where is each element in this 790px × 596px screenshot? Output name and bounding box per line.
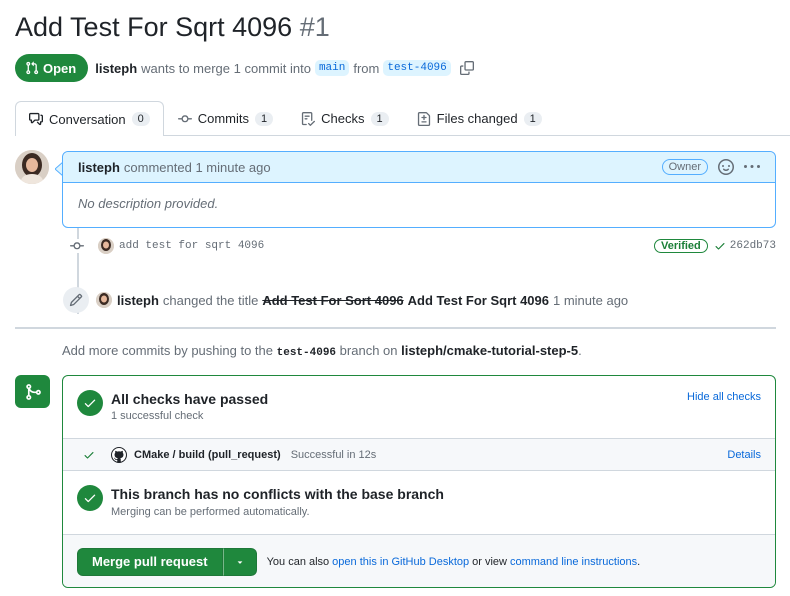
checks-subtitle: 1 successful check [111, 410, 204, 422]
state-label: Open [43, 60, 77, 76]
event-author[interactable]: listeph [117, 293, 159, 308]
comment-author[interactable]: listeph [78, 160, 120, 175]
merge-hint-3: . [637, 555, 641, 568]
event-author-avatar[interactable] [96, 292, 112, 308]
check-icon [714, 240, 726, 252]
tab-conversation[interactable]: Conversation 0 [15, 101, 164, 136]
git-commit-icon [177, 114, 192, 122]
pr-meta: Open listeph wants to merge 1 commit int… [15, 54, 474, 82]
comment-box: listeph commented 1 minute ago Owner No … [62, 151, 776, 228]
head-branch[interactable]: test-4096 [383, 60, 451, 76]
event-time[interactable]: 1 minute ago [553, 293, 628, 308]
verified-badge[interactable]: Verified [654, 239, 708, 253]
rename-event: listeph changed the title Add Test For S… [63, 287, 628, 313]
merge-text: wants to merge 1 commit into [141, 60, 311, 76]
tab-counter: 1 [255, 111, 274, 126]
git-merge-icon [15, 375, 50, 408]
file-diff-icon [417, 111, 430, 126]
tab-checks[interactable]: Checks 1 [287, 101, 402, 135]
github-desktop-link[interactable]: open this in GitHub Desktop [332, 556, 469, 568]
kebab-horizontal-icon[interactable] [744, 159, 760, 175]
comment-header: listeph commented 1 minute ago Owner [63, 152, 775, 183]
command-line-link[interactable]: command line instructions [510, 556, 637, 568]
check-status: Successful in 12s [290, 448, 377, 461]
new-title: Add Test For Sqrt 4096 [407, 292, 549, 308]
check-row: CMake / build (pull_request) Successful … [63, 438, 775, 471]
tab-commits[interactable]: Commits 1 [164, 101, 287, 135]
pr-tabs: Conversation 0 Commits 1 Checks 1 Files … [15, 101, 790, 136]
tab-counter: 1 [370, 111, 389, 126]
comment-body: No description provided. [78, 196, 219, 211]
avatar[interactable] [15, 150, 49, 184]
old-title: Add Test For Sort 4096 [262, 292, 404, 308]
merge-button-group: Merge pull request [77, 547, 257, 576]
push-hint-suffix: . [578, 343, 582, 358]
checklist-icon [302, 111, 316, 126]
comment-action: commented 1 minute ago [123, 159, 271, 175]
commit-author-avatar[interactable] [98, 238, 114, 254]
check-circle-icon [77, 485, 103, 511]
push-hint-middle: branch on [339, 343, 398, 358]
push-hint-repo[interactable]: listeph/cmake-tutorial-step-5 [401, 343, 578, 358]
from-text: from [353, 60, 380, 76]
state-badge: Open [15, 54, 89, 82]
git-pull-request-icon [26, 61, 39, 75]
pr-title: Add Test For Sqrt 4096 #1 [15, 12, 330, 43]
details-link[interactable]: Details [727, 449, 761, 461]
merge-hint-2: or view [472, 555, 507, 568]
tab-label: Conversation [49, 111, 126, 127]
merge-hint-1: You can also [266, 555, 330, 568]
tab-counter: 1 [523, 111, 542, 126]
commit-sha[interactable]: 262db73 [730, 240, 776, 252]
tab-label: Files changed [436, 111, 518, 126]
merge-footer: Merge pull request You can also open thi… [63, 534, 775, 587]
event-action: changed the title [162, 292, 259, 308]
tab-label: Checks [321, 111, 365, 126]
pr-number: #1 [299, 12, 330, 42]
check-circle-icon [77, 390, 103, 416]
check-name: CMake / build (pull_request) [134, 448, 281, 461]
pencil-icon [63, 287, 89, 313]
pr-author-link[interactable]: listeph [95, 61, 137, 76]
timeline-divider [15, 327, 776, 329]
tab-label: Commits [197, 111, 250, 126]
base-branch[interactable]: main [314, 60, 350, 76]
merge-pull-request-button[interactable]: Merge pull request [77, 547, 223, 576]
tab-files-changed[interactable]: Files changed 1 [403, 101, 556, 135]
smiley-icon[interactable] [718, 159, 734, 175]
hide-all-checks-link[interactable]: Hide all checks [687, 391, 761, 403]
commit-message[interactable]: add test for sqrt 4096 [119, 240, 264, 252]
pr-title-text: Add Test For Sqrt 4096 [15, 12, 293, 42]
owner-badge: Owner [661, 159, 708, 175]
git-commit-icon [62, 239, 92, 253]
conflicts-title: This branch has no conflicts with the ba… [111, 486, 444, 502]
conflicts-subtitle: Merging can be performed automatically. [111, 506, 310, 518]
comment-discussion-icon [29, 112, 43, 126]
triangle-down-icon [237, 560, 242, 564]
github-icon [111, 446, 127, 463]
push-hint: Add more commits by pushing to the test-… [62, 343, 582, 359]
check-icon [83, 449, 95, 461]
copy-icon[interactable] [459, 61, 474, 75]
commit-row: add test for sqrt 4096 Verified 262db73 [62, 236, 776, 256]
push-hint-branch: test-4096 [276, 347, 337, 359]
push-hint-prefix: Add more commits by pushing to the [62, 343, 273, 358]
merge-box: All checks have passed 1 successful chec… [62, 375, 776, 588]
checks-title: All checks have passed [111, 391, 269, 407]
merge-method-dropdown[interactable] [222, 547, 257, 576]
tab-counter: 0 [131, 112, 150, 126]
